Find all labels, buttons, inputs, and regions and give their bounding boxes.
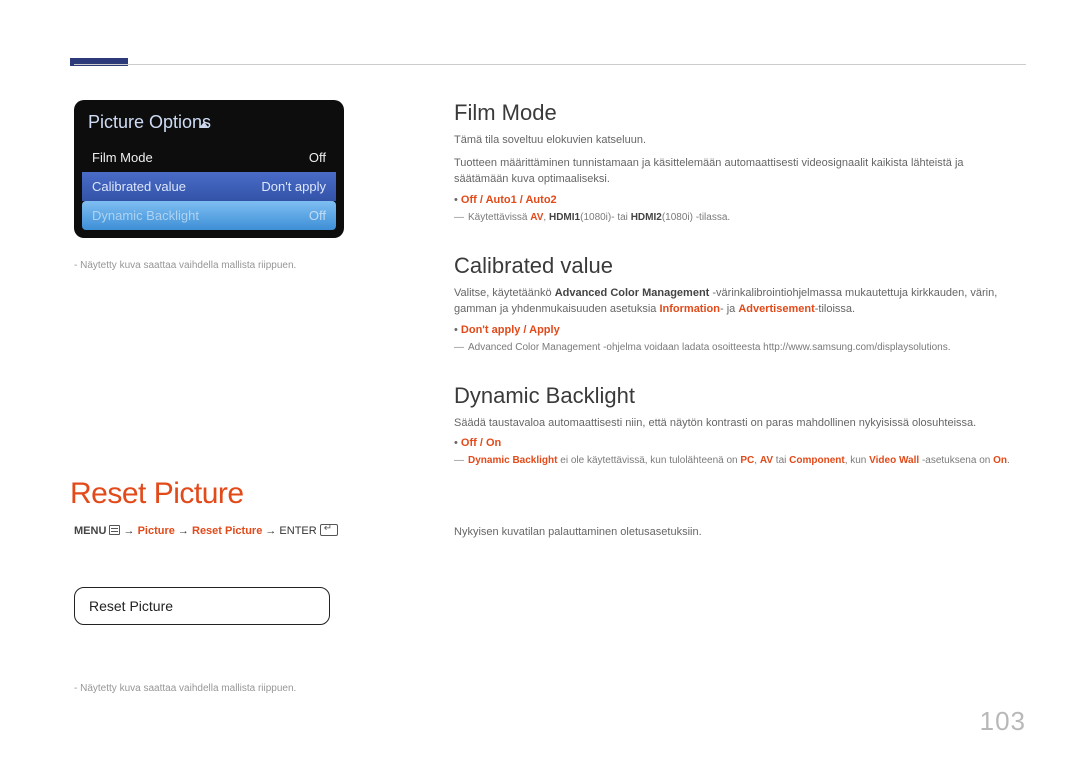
reset-picture-heading: Reset Picture: [70, 477, 244, 511]
section-film-mode: Film Mode Tämä tila soveltuu elokuvien k…: [454, 100, 1014, 225]
reset-caption: - Näytetty kuva saattaa vaihdella mallis…: [74, 683, 296, 694]
section-calibrated-value: Calibrated value Valitse, käytetäänkö Ad…: [454, 253, 1014, 355]
menu-row-value: Don't apply: [261, 179, 326, 194]
section-note: Käytettävissä AV, HDMI1(1080i)- tai HDMI…: [454, 210, 1014, 225]
option-values: • Don't apply / Apply: [454, 324, 1014, 336]
left-column: Picture Options Film Mode Off Calibrated…: [74, 100, 344, 271]
section-dynamic-backlight: Dynamic Backlight Säädä taustavaloa auto…: [454, 383, 1014, 469]
picture-options-panel: Picture Options Film Mode Off Calibrated…: [74, 100, 344, 238]
section-title: Calibrated value: [454, 253, 1014, 279]
right-column: Film Mode Tämä tila soveltuu elokuvien k…: [454, 100, 1014, 496]
section-title: Film Mode: [454, 100, 1014, 126]
reset-picture-box[interactable]: Reset Picture: [74, 587, 330, 625]
menu-row-label: Dynamic Backlight: [92, 208, 199, 223]
menu-row-value: Off: [309, 208, 326, 223]
header-rule: [74, 64, 1026, 65]
menu-row-film-mode[interactable]: Film Mode Off: [82, 143, 336, 172]
panel-title: Picture Options: [82, 108, 336, 143]
menu-row-calibrated-value[interactable]: Calibrated value Don't apply: [82, 172, 336, 201]
section-paragraph: Säädä taustavaloa automaattisesti niin, …: [454, 415, 1014, 432]
section-paragraph: Tuotteen määrittäminen tunnistamaan ja k…: [454, 155, 1014, 188]
option-values: • Off / On: [454, 437, 1014, 449]
reset-description: Nykyisen kuvatilan palauttaminen oletusa…: [454, 526, 1014, 538]
section-note: Dynamic Backlight ei ole käytettävissä, …: [454, 453, 1014, 468]
menu-row-dynamic-backlight[interactable]: Dynamic Backlight Off: [82, 201, 336, 230]
menu-row-value: Off: [309, 150, 326, 165]
section-note: Advanced Color Management -ohjelma voida…: [454, 340, 1014, 355]
panel-caption: - Näytetty kuva saattaa vaihdella mallis…: [74, 260, 344, 271]
page-number: 103: [980, 706, 1026, 737]
section-paragraph: Tämä tila soveltuu elokuvien katseluun.: [454, 132, 1014, 149]
enter-icon: [320, 524, 338, 536]
reset-box-label: Reset Picture: [89, 598, 173, 614]
option-values: • Off / Auto1 / Auto2: [454, 194, 1014, 206]
section-title: Dynamic Backlight: [454, 383, 1014, 409]
menu-row-label: Calibrated value: [92, 179, 186, 194]
menu-row-label: Film Mode: [92, 150, 153, 165]
section-paragraph: Valitse, käytetäänkö Advanced Color Mana…: [454, 285, 1014, 318]
menu-icon: [109, 525, 120, 535]
menu-nav-path: MENU → Picture → Reset Picture → ENTER: [74, 524, 338, 537]
